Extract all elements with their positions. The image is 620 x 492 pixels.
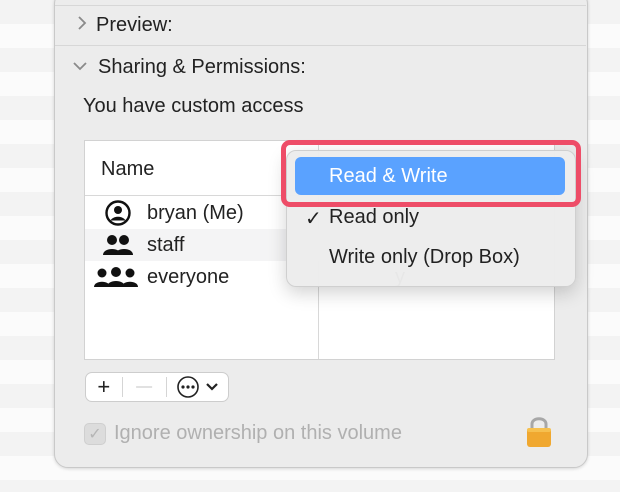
checkmark-icon: ✓ — [305, 208, 322, 230]
menu-item-write-only[interactable]: Write only (Drop Box) — [295, 238, 565, 276]
user-circle-icon — [101, 200, 135, 226]
ignore-ownership-checkbox[interactable]: ✓ Ignore ownership on this volume — [84, 422, 402, 445]
chevron-down-icon — [205, 382, 219, 392]
privilege-popup-menu: Read & Write ✓ Read only Write only (Dro… — [286, 150, 576, 287]
menu-item-read-only[interactable]: ✓ Read only — [295, 198, 565, 236]
add-button[interactable]: + — [86, 373, 122, 401]
menu-item-label: Write only (Drop Box) — [329, 246, 520, 268]
everyone-icon — [93, 265, 139, 289]
chevron-right-icon — [76, 16, 96, 35]
separator — [55, 5, 586, 6]
group-icon — [101, 233, 135, 257]
menu-item-read-write[interactable]: Read & Write — [295, 157, 565, 195]
more-circle-icon — [176, 375, 200, 399]
preview-section-header[interactable]: Preview: — [76, 14, 173, 37]
row-name: everyone — [147, 266, 230, 288]
lock-icon[interactable] — [525, 414, 553, 448]
remove-button[interactable]: — — [122, 373, 165, 401]
table-toolbar: + — — [85, 372, 229, 402]
checkbox-check-icon: ✓ — [84, 422, 106, 445]
menu-item-label: Read & Write — [329, 165, 448, 187]
ignore-ownership-label: Ignore ownership on this volume — [114, 422, 402, 444]
preview-label: Preview: — [96, 14, 173, 36]
name-column-header[interactable]: Name — [101, 158, 154, 181]
separator — [55, 45, 586, 46]
row-name: bryan (Me) — [147, 202, 244, 224]
row-name: staff — [147, 234, 185, 256]
access-text: You have custom access — [83, 95, 304, 117]
action-menu-button[interactable] — [167, 373, 228, 401]
sharing-label: Sharing & Permissions: — [98, 56, 306, 78]
chevron-down-icon — [72, 59, 98, 77]
menu-item-label: Read only — [329, 206, 420, 228]
sharing-section-header[interactable]: Sharing & Permissions: — [72, 56, 306, 79]
